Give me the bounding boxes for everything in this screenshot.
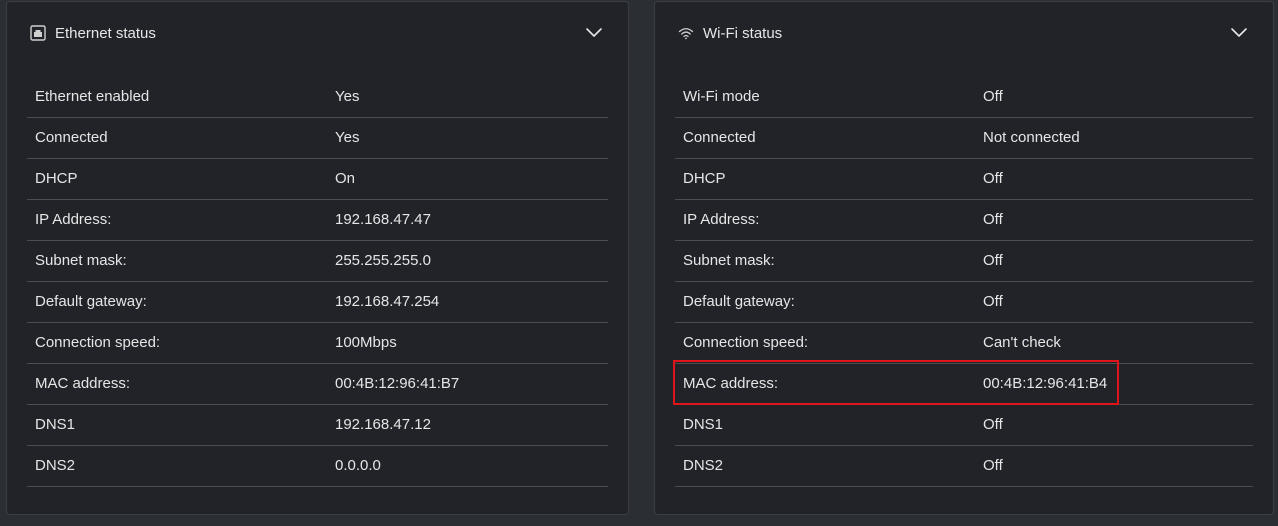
row-value: 100Mbps [335,334,397,351]
row-value: Off [983,211,1003,228]
row-value: 255.255.255.0 [335,252,431,269]
table-row: Default gateway: 192.168.47.254 [27,282,608,323]
table-row: Wi-Fi mode Off [675,77,1253,118]
panel-title: Wi-Fi status [703,24,783,42]
table-row: Connection speed: Can't check [675,323,1253,364]
table-row: Connection speed: 100Mbps [27,323,608,364]
ethernet-port-icon [29,24,47,42]
ethernet-status-table: Ethernet enabled Yes Connected Yes DHCP On … [27,77,608,487]
wifi-panel-header[interactable]: Wi-Fi status [677,20,1251,46]
table-row: Ethernet enabled Yes [27,77,608,118]
row-label: Connection speed: [683,334,809,351]
chevron-down-icon[interactable] [584,23,604,43]
row-value: Yes [335,129,360,146]
row-label: Subnet mask: [683,252,775,269]
row-label: Wi-Fi mode [683,88,760,105]
row-value: On [335,170,356,187]
row-value: Yes [335,88,360,105]
row-label: IP Address: [683,211,760,228]
table-row: IP Address: 192.168.47.47 [27,200,608,241]
table-row: Subnet mask: Off [675,241,1253,282]
row-value: 192.168.47.47 [335,211,431,228]
table-row: Subnet mask: 255.255.255.0 [27,241,608,282]
panel-title: Ethernet status [55,24,156,42]
row-value: 192.168.47.254 [335,293,440,310]
row-label: Connected [35,129,108,146]
row-label: DNS1 [683,416,724,433]
table-row: DNS1 Off [675,405,1253,446]
row-value: Off [983,416,1003,433]
wifi-icon [677,24,695,42]
row-label: Connected [683,129,756,146]
row-value: Can't check [983,334,1061,351]
table-row: MAC address: 00:4B:12:96:41:B4 [675,364,1253,405]
row-value: Off [983,457,1003,474]
row-value: 0.0.0.0 [335,457,381,474]
table-row: MAC address: 00:4B:12:96:41:B7 [27,364,608,405]
table-row: DNS2 0.0.0.0 [27,446,608,487]
table-row: Default gateway: Off [675,282,1253,323]
row-value: Off [983,88,1003,105]
row-label: Subnet mask: [35,252,127,269]
row-label: IP Address: [35,211,112,228]
table-row: Connected Yes [27,118,608,159]
row-value: 00:4B:12:96:41:B4 [983,375,1108,392]
table-row: DNS2 Off [675,446,1253,487]
row-value: Not connected [983,129,1080,146]
row-label: DNS2 [683,457,724,474]
row-label: DHCP [683,170,726,187]
table-row: DHCP Off [675,159,1253,200]
row-value: 00:4B:12:96:41:B7 [335,375,460,392]
row-label: Ethernet enabled [35,88,150,105]
row-label: DHCP [35,170,78,187]
row-label: MAC address: [683,375,779,392]
table-row: IP Address: Off [675,200,1253,241]
table-row: DNS1 192.168.47.12 [27,405,608,446]
row-label: DNS1 [35,416,76,433]
ethernet-panel-header[interactable]: Ethernet status [29,20,606,46]
row-label: Default gateway: [35,293,147,310]
row-label: Connection speed: [35,334,161,351]
row-value: 192.168.47.12 [335,416,431,433]
ethernet-status-panel: Ethernet status Ethernet enabled Yes Conn… [6,1,629,515]
row-label: DNS2 [35,457,76,474]
chevron-down-icon[interactable] [1229,23,1249,43]
wifi-status-panel: Wi-Fi status Wi-Fi mode Off Connected Not … [654,1,1274,515]
row-label: MAC address: [35,375,131,392]
table-row: Connected Not connected [675,118,1253,159]
row-value: Off [983,293,1003,310]
row-value: Off [983,252,1003,269]
row-label: Default gateway: [683,293,795,310]
table-row: DHCP On [27,159,608,200]
row-value: Off [983,170,1003,187]
wifi-status-table: Wi-Fi mode Off Connected Not connected DHC… [675,77,1253,487]
